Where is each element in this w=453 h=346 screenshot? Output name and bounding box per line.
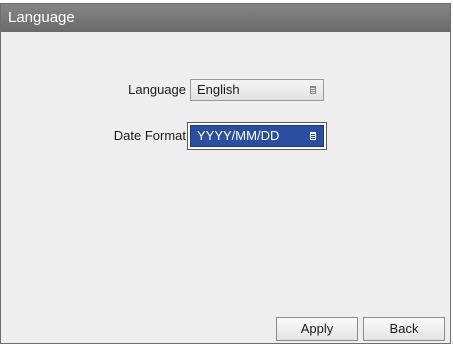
dropdown-indicator-icon: [310, 86, 316, 94]
language-select[interactable]: English: [190, 79, 324, 101]
language-label: Language: [128, 82, 186, 97]
dropdown-indicator-icon: [310, 132, 316, 140]
language-row: Language English: [1, 79, 450, 103]
apply-button[interactable]: Apply: [276, 317, 358, 341]
back-button[interactable]: Back: [363, 317, 445, 341]
language-select-value: English: [197, 82, 240, 97]
date-format-select-value: YYYY/MM/DD: [197, 128, 280, 143]
date-format-select[interactable]: YYYY/MM/DD: [188, 123, 326, 149]
date-format-label: Date Format: [113, 128, 186, 143]
language-window: Language Language English Date Format YY…: [0, 3, 451, 344]
window-title: Language: [1, 4, 450, 32]
date-format-row: Date Format YYYY/MM/DD: [1, 123, 450, 149]
